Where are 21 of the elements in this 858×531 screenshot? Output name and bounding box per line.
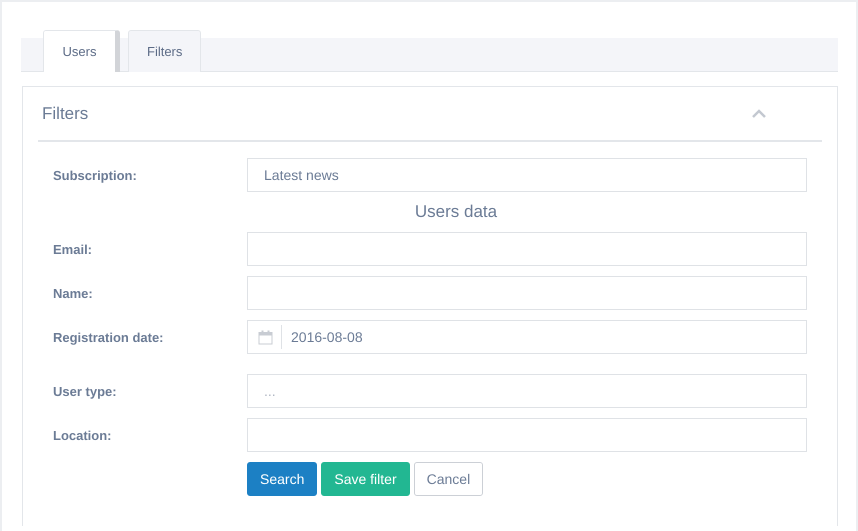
- calendar-icon: [258, 330, 273, 344]
- input-field[interactable]: [247, 418, 807, 452]
- section-title: Users data: [414, 202, 498, 222]
- search-button[interactable]: Search: [247, 462, 318, 496]
- field-label: Location:: [53, 428, 112, 442]
- input-field[interactable]: [247, 276, 807, 310]
- tab[interactable]: Users: [43, 30, 120, 72]
- date-value: 2016-08-08: [291, 329, 363, 345]
- field-label: Name:: [53, 286, 94, 300]
- date-field[interactable]: 2016-08-08: [247, 320, 807, 354]
- field-label: Email:: [53, 242, 94, 256]
- field-label: Subscription:: [53, 168, 138, 182]
- input-field[interactable]: [247, 232, 807, 266]
- field-label: User type:: [53, 384, 118, 398]
- field-label: Registration date:: [53, 330, 165, 344]
- tab[interactable]: Filters: [128, 30, 202, 72]
- save-button[interactable]: Save filter: [321, 462, 410, 496]
- panel-title: Filters: [42, 104, 88, 124]
- collapse-icon[interactable]: [752, 109, 766, 118]
- select-field[interactable]: Latest news: [247, 158, 807, 192]
- cancel-button[interactable]: Cancel: [414, 462, 484, 496]
